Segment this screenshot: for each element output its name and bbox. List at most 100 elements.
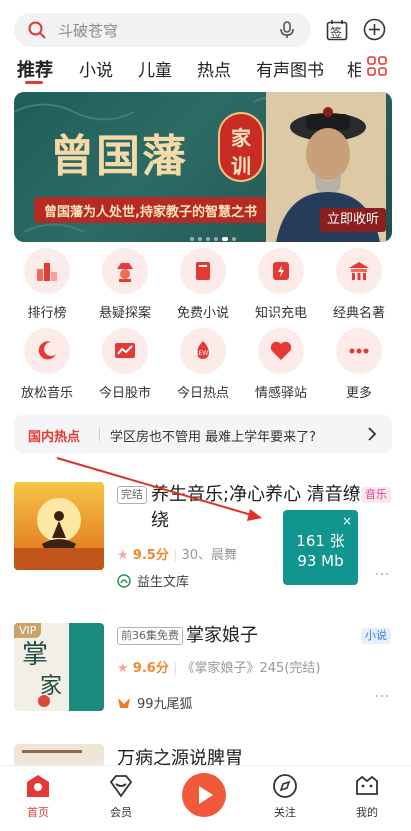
ranking-icon [37, 263, 57, 281]
home-icon [27, 775, 49, 797]
quick-label: 悬疑探案 [98, 306, 151, 321]
quick-label: 更多 [345, 386, 372, 401]
book-cover-image [14, 744, 104, 766]
checkin-label: 签 [330, 26, 343, 40]
item-cover[interactable]: 掌 家 VIP [14, 623, 104, 711]
quick-ranking[interactable]: 排行榜 [12, 248, 82, 321]
quick-detective[interactable]: 悬疑探案 [90, 248, 160, 321]
tab-partial[interactable]: 相 [347, 56, 361, 81]
seal-char-1: 家 [231, 126, 251, 150]
hot-news-bar[interactable]: 国内热点 学区房也不管用 最难上学年要来了? [14, 415, 392, 453]
popup-count: 161 张 [296, 532, 345, 550]
book-icon [196, 262, 210, 280]
status-badge: 完结 [117, 486, 147, 504]
news-icon: NEWS [194, 341, 212, 359]
more-options-button[interactable]: ⋯ [374, 686, 391, 705]
search-bar[interactable]: 斗破苍穹 [14, 13, 311, 47]
search-placeholder: 斗破苍穹 [58, 22, 119, 40]
heart-icon [270, 341, 292, 360]
quick-classics[interactable]: 经典名著 [324, 248, 394, 321]
fox-avatar-icon [118, 698, 130, 708]
charge-icon [273, 262, 289, 280]
banner-ribbon: 曾国藩为人处世,持家教子的智慧之书 [34, 197, 274, 223]
carousel-dots [190, 226, 240, 241]
banner-title: 曾国藩 [50, 131, 188, 182]
quick-label: 放松音乐 [20, 386, 73, 401]
quick-stocks[interactable]: 今日股市 [90, 328, 160, 401]
quick-label: 排行榜 [27, 306, 67, 321]
close-icon[interactable]: × [342, 514, 352, 528]
compass-icon [273, 774, 297, 798]
free-episodes-badge: 前36集免费 [117, 627, 183, 645]
tab-novel[interactable]: 小说 [79, 56, 113, 81]
publisher-logo-icon [117, 574, 131, 588]
meditation-cover-image [14, 482, 104, 570]
stock-icon [115, 343, 135, 358]
item-cover[interactable] [14, 482, 104, 570]
diamond-icon [109, 775, 133, 798]
vip-tag: VIP [14, 623, 42, 638]
play-icon [199, 786, 213, 804]
top-bar: 斗破苍穹 签 [0, 0, 411, 52]
quick-emotion[interactable]: 情感驿站 [246, 328, 316, 401]
category-tabs: 推荐 小说 儿童 热点 有声图书 相 [0, 54, 411, 84]
tab-recommend[interactable]: 推荐 [17, 56, 53, 82]
nav-home[interactable]: 首页 [8, 772, 68, 820]
category-tag: 音乐 [361, 487, 391, 503]
active-tab-indicator [25, 81, 43, 84]
quick-label: 今日热点 [176, 386, 229, 401]
tab-audiobook[interactable]: 有声图书 [256, 56, 324, 81]
nav-label: 我的 [356, 806, 378, 819]
add-icon[interactable] [363, 18, 386, 41]
checkin-button[interactable]: 签 [326, 19, 348, 41]
svg-text:NEWS: NEWS [194, 350, 212, 357]
search-icon [28, 21, 46, 39]
quick-more[interactable]: 更多 [324, 328, 394, 401]
svg-text:掌: 掌 [22, 640, 48, 670]
item-rating: ★ 9.5分 | 30、晨舞 [117, 548, 238, 563]
news-headline[interactable]: 学区房也不管用 最难上学年要来了? [110, 426, 316, 445]
quick-label: 今日股市 [98, 386, 151, 401]
nav-label: 首页 [27, 806, 49, 819]
nav-vip[interactable]: 会员 [91, 772, 151, 820]
item-author[interactable]: 益生文库 [117, 571, 189, 590]
news-tag: 国内热点 [28, 430, 81, 445]
quick-free-novel[interactable]: 免费小说 [168, 248, 238, 321]
popup-size: 93 Mb [297, 552, 344, 570]
nav-follow[interactable]: 关注 [255, 772, 315, 820]
play-button[interactable] [182, 773, 226, 817]
news-divider [99, 428, 100, 441]
item-author[interactable]: 99九尾狐 [117, 693, 193, 712]
temple-icon [349, 262, 369, 280]
quick-label: 情感驿站 [254, 386, 307, 401]
quick-label: 知识充电 [254, 306, 307, 321]
quick-knowledge[interactable]: 知识充电 [246, 248, 316, 321]
moon-icon [38, 341, 56, 360]
banner-seal: 家 训 [218, 112, 264, 182]
listen-now-button[interactable]: 立即收听 [320, 208, 386, 232]
item-cover[interactable] [14, 744, 104, 766]
grid-menu-icon[interactable] [367, 56, 387, 76]
nav-profile[interactable]: 我的 [337, 772, 397, 820]
nav-label: 会员 [110, 806, 132, 819]
seal-char-2: 训 [231, 154, 251, 178]
stats-popup[interactable]: × 161 张 93 Mb [283, 510, 358, 585]
promo-banner[interactable]: 曾国藩 家 训 曾国藩为人处世,持家教子的智慧之书 立即收听 [14, 92, 392, 242]
chevron-right-icon[interactable] [366, 427, 378, 441]
nav-label: 关注 [274, 806, 296, 819]
detective-icon [117, 263, 133, 282]
category-tag: 小说 [361, 628, 391, 644]
item-title[interactable]: 掌家娘子 [186, 623, 258, 649]
microphone-icon[interactable] [277, 20, 297, 40]
quick-hot-news[interactable]: NEWS 今日热点 [168, 328, 238, 401]
quick-label: 经典名著 [332, 306, 385, 321]
quick-relax-music[interactable]: 放松音乐 [12, 328, 82, 401]
tab-children[interactable]: 儿童 [138, 56, 172, 81]
more-icon [349, 348, 369, 354]
more-options-button[interactable]: ⋯ [374, 564, 391, 583]
item-rating: ★ 9.6分 | 《掌家娘子》245(完结) [117, 661, 321, 676]
quick-label: 免费小说 [176, 306, 229, 321]
banner-subtitle: 曾国藩为人处世,持家教子的智慧之书 [44, 205, 257, 220]
tab-hot[interactable]: 热点 [197, 56, 231, 81]
profile-icon [356, 775, 378, 795]
